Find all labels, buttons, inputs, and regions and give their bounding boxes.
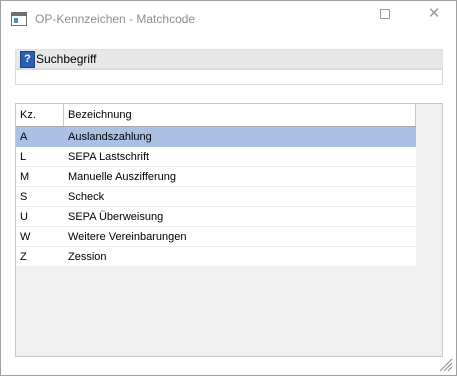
window-icon — [11, 12, 27, 26]
table-row[interactable]: W Weitere Vereinbarungen — [16, 227, 416, 247]
column-header-kz[interactable]: Kz. — [16, 104, 64, 126]
table-row[interactable]: Z Zession — [16, 247, 416, 267]
close-button[interactable]: ✕ — [419, 5, 449, 23]
cell-bezeichnung: Zession — [68, 251, 107, 263]
table-row[interactable]: U SEPA Überweisung — [16, 207, 416, 227]
cell-kz: M — [20, 171, 30, 183]
cell-kz: Z — [20, 251, 27, 263]
cell-bezeichnung: Auslandszahlung — [68, 131, 152, 143]
cell-kz: W — [20, 231, 31, 243]
table-row[interactable]: M Manuelle Auszifferung — [16, 167, 416, 187]
search-header: ? Suchbegriff — [15, 49, 443, 69]
close-icon: ✕ — [427, 5, 441, 22]
table-row[interactable]: A Auslandszahlung — [16, 127, 416, 147]
cell-bezeichnung: Weitere Vereinbarungen — [68, 231, 187, 243]
cell-kz: S — [20, 191, 28, 203]
cell-kz: L — [20, 151, 27, 163]
column-header-bezeichnung[interactable]: Bezeichnung — [64, 104, 416, 126]
cell-bezeichnung: Scheck — [68, 191, 105, 203]
resize-grip-icon[interactable] — [437, 356, 453, 372]
search-label: Suchbegriff — [36, 52, 97, 66]
table-row[interactable]: L SEPA Lastschrift — [16, 147, 416, 167]
table-row[interactable]: S Scheck — [16, 187, 416, 207]
cell-bezeichnung: SEPA Überweisung — [68, 211, 164, 223]
cell-bezeichnung: Manuelle Auszifferung — [68, 171, 177, 183]
title-bar[interactable]: OP-Kennzeichen - Matchcode ✕ — [1, 1, 456, 35]
grid-header: Kz. Bezeichnung — [16, 104, 416, 127]
matchcode-grid[interactable]: Kz. Bezeichnung A Auslandszahlung L SEPA… — [15, 103, 443, 357]
search-input[interactable] — [15, 69, 443, 85]
matchcode-window: OP-Kennzeichen - Matchcode ✕ ? Suchbegri… — [0, 0, 457, 376]
help-icon[interactable]: ? — [20, 51, 35, 68]
cell-kz: U — [20, 211, 28, 223]
cell-kz: A — [20, 131, 28, 143]
cell-bezeichnung: SEPA Lastschrift — [68, 151, 150, 163]
maximize-button[interactable] — [370, 5, 400, 23]
maximize-icon — [380, 9, 390, 20]
window-title: OP-Kennzeichen - Matchcode — [35, 12, 196, 26]
